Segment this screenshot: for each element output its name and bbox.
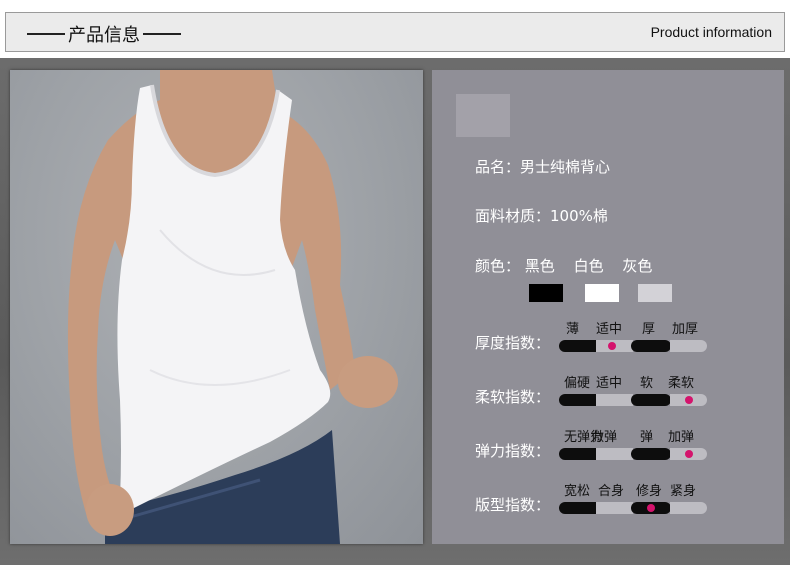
spec-panel: 品名：男士纯棉背心 面料材质：100%棉 颜色： 黑色 白色 灰色 厚度指数： 薄…	[432, 70, 784, 544]
color-swatch-black	[529, 284, 563, 302]
index-label: 厚度指数：	[475, 334, 551, 352]
spec-product-name: 品名：男士纯棉背心	[475, 158, 611, 176]
color-label: 颜色：	[475, 257, 521, 275]
index-scale-label: 偏硬	[564, 376, 591, 391]
product-info-stage: 品名：男士纯棉背心 面料材质：100%棉 颜色： 黑色 白色 灰色 厚度指数： 薄…	[0, 58, 790, 565]
spec-colors: 颜色： 黑色 白色 灰色	[475, 255, 652, 276]
index-scale-label: 宽松	[564, 484, 591, 499]
index-scale-label: 薄	[566, 322, 580, 337]
index-selected-marker	[647, 504, 655, 512]
index-scale-label: 柔软	[668, 376, 695, 391]
brand-logo-placeholder	[456, 94, 510, 137]
title-dash-right	[143, 33, 181, 35]
index-scale-label: 加厚	[672, 322, 699, 337]
index-bar-segment	[670, 502, 707, 514]
index-selected-marker	[685, 396, 693, 404]
index-bar-segment	[559, 448, 596, 460]
index-bar-segment	[559, 340, 596, 352]
index-selected-marker	[608, 342, 616, 350]
index-scale-label: 紧身	[670, 484, 697, 499]
spec-material: 面料材质：100%棉	[475, 207, 608, 225]
index-bar-segment	[596, 502, 633, 514]
index-bar	[559, 502, 707, 514]
index-bar	[559, 340, 707, 352]
index-bar-segment	[559, 502, 596, 514]
index-bar	[559, 394, 707, 406]
color-swatch-gray	[638, 284, 672, 302]
index-bar-segment	[631, 448, 671, 460]
index-scale-label: 修身	[636, 484, 663, 499]
index-scale-label: 合身	[598, 484, 625, 499]
index-bar-segment	[631, 340, 671, 352]
index-scale-label: 弹	[640, 430, 654, 445]
index-scale-label: 加弹	[668, 430, 695, 445]
index-scale-label: 软	[640, 376, 654, 391]
color-name-gray: 灰色	[622, 257, 653, 275]
section-title: 产品信息	[24, 21, 184, 47]
index-label: 弹力指数：	[475, 442, 551, 460]
index-bar-segment	[559, 394, 596, 406]
color-swatch-white	[585, 284, 619, 302]
section-title-text: 产品信息	[68, 25, 140, 46]
color-name-black: 黑色	[524, 257, 555, 275]
index-bar-segment	[631, 394, 671, 406]
section-header: 产品信息 Product information	[5, 12, 785, 52]
index-label: 版型指数：	[475, 496, 551, 514]
index-bar-segment	[596, 394, 633, 406]
section-title-english: Product information	[650, 24, 772, 40]
index-bar-segment	[670, 340, 707, 352]
color-name-white: 白色	[573, 257, 604, 275]
index-scale-label: 适中	[596, 376, 623, 391]
index-bar-segment	[596, 448, 633, 460]
product-photo	[10, 70, 423, 544]
index-label: 柔软指数：	[475, 388, 551, 406]
index-bar	[559, 448, 707, 460]
index-scale-label: 微弹	[591, 430, 618, 445]
index-selected-marker	[685, 450, 693, 458]
title-dash-left	[27, 33, 65, 35]
index-scale-label: 厚	[642, 322, 656, 337]
index-scale-label: 适中	[596, 322, 623, 337]
